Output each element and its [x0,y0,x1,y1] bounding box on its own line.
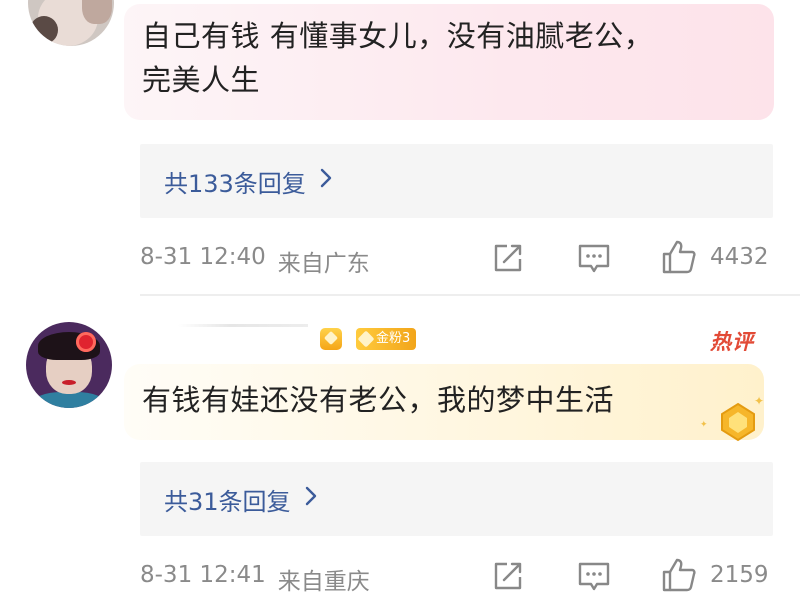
like-count: 4432 [710,244,769,270]
thumbs-up-icon [662,240,696,274]
avatar[interactable] [26,322,112,408]
vip-badge-icon [320,328,342,350]
username[interactable] [178,324,308,327]
comment-button[interactable] [576,558,612,594]
comment-text: 有钱有娃还没有老公，我的梦中生活 [142,383,615,417]
hot-comment-tag: 热评 [710,330,754,354]
comment-icon [578,244,610,273]
fan-badge-label: 金粉3 [376,331,411,346]
thumbs-up-icon [662,558,696,592]
chevron-right-icon [320,168,332,194]
share-button[interactable] [490,558,526,594]
comment-meta: 8-31 12:41 来自重庆 [140,562,370,596]
avatar[interactable] [28,0,114,46]
comment-location: 来自重庆 [277,569,370,595]
gem-icon [357,330,375,348]
comment-button[interactable] [576,240,612,276]
comment-location: 来自广东 [277,251,370,277]
view-replies-button[interactable]: 共133条回复 [140,144,773,218]
like-button[interactable] [660,238,696,274]
divider [140,294,800,296]
comment-text: 自己有钱 有懂事女儿，没有油腻老公， 完美人生 [142,14,752,102]
comment-date: 8-31 12:40 [140,244,266,270]
like-button[interactable] [660,556,696,592]
share-icon [494,244,522,272]
replies-label: 共31条回复 [164,487,291,516]
comment-text-line: 完美人生 [142,63,261,97]
share-icon [494,562,522,590]
replies-label: 共133条回复 [164,169,306,198]
view-replies-button[interactable]: 共31条回复 [140,462,773,536]
comment-icon [578,562,610,591]
share-button[interactable] [490,240,526,276]
sparkle-icon: ✦ [700,420,708,430]
chevron-right-icon [305,486,317,512]
sparkle-icon: ✦ [754,394,765,408]
comment-text-line: 自己有钱 有懂事女儿，没有油腻老公， [142,19,654,53]
fan-badge[interactable]: 金粉3 [356,328,417,350]
like-count: 2159 [710,562,769,588]
comment-date: 8-31 12:41 [140,562,266,588]
comment-meta: 8-31 12:40 来自广东 [140,244,370,278]
